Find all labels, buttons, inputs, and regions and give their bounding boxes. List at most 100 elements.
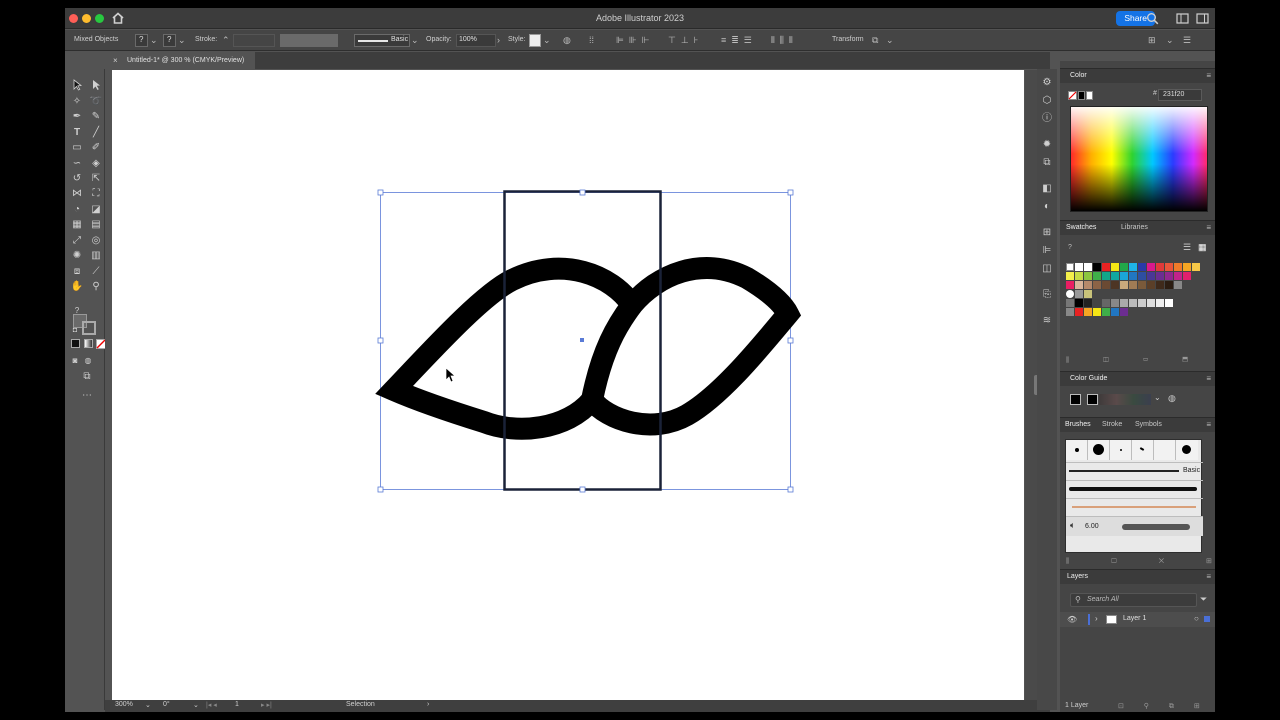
- search-icon[interactable]: [1146, 12, 1159, 25]
- links-icon[interactable]: ⎘: [1040, 288, 1054, 302]
- swatch[interactable]: [1192, 263, 1200, 271]
- swatch[interactable]: [1183, 263, 1191, 271]
- swatch[interactable]: [1120, 272, 1128, 280]
- brush-size-row[interactable]: 🔈︎ 6.00: [1066, 516, 1203, 536]
- swatches-footer-icons[interactable]: ⫼ ◫ ▭ ⬒ ▣: [1066, 357, 1215, 366]
- color-guide-swatch[interactable]: [1087, 394, 1098, 405]
- swatch[interactable]: [1183, 272, 1191, 280]
- artboard[interactable]: [112, 70, 1024, 700]
- panel-menu-icon[interactable]: ≡: [1206, 223, 1211, 232]
- distribute-horizontal-icons[interactable]: ⫴⫼⦀: [771, 34, 798, 47]
- layers-footer-icons[interactable]: ⊡ ⚲ ⧉ ⊞ ▢ ⊕ ▣: [1118, 702, 1215, 711]
- align-horizontal-icons[interactable]: ⊫⊪⊩: [616, 34, 655, 47]
- black-swatch[interactable]: [1078, 91, 1085, 100]
- color-guide-tab[interactable]: Color Guide: [1070, 375, 1107, 382]
- swatch[interactable]: [1102, 299, 1110, 307]
- swatch[interactable]: [1129, 263, 1137, 271]
- asset-export-icon[interactable]: ≋: [1040, 314, 1054, 328]
- libraries-tab[interactable]: Libraries: [1121, 224, 1148, 231]
- swatch[interactable]: [1165, 299, 1173, 307]
- appearance-icon[interactable]: ✹: [1040, 138, 1054, 152]
- type-tool-icon[interactable]: T: [70, 126, 84, 140]
- swatch[interactable]: [1138, 263, 1146, 271]
- drawing-mode-icon[interactable]: ◙: [68, 354, 82, 368]
- swatch[interactable]: [1165, 263, 1173, 271]
- list-view-icon[interactable]: ☰: [1183, 242, 1191, 253]
- edit-colors-icon[interactable]: ◍: [1168, 393, 1176, 404]
- swatch[interactable]: [1111, 263, 1119, 271]
- curvature-tool-icon[interactable]: ✎: [89, 110, 103, 124]
- zoom-tool-icon[interactable]: ⚲: [89, 280, 103, 294]
- swatch[interactable]: [1084, 290, 1092, 298]
- brush-basic-row[interactable]: Basic: [1066, 462, 1203, 479]
- panel-menu-icon[interactable]: ≡: [1206, 71, 1211, 80]
- control-bar-menu-icon[interactable]: ☰: [1183, 34, 1191, 47]
- swatch[interactable]: [1156, 299, 1164, 307]
- artboard-tool-icon[interactable]: ⧈: [70, 265, 84, 279]
- swatch[interactable]: [1084, 308, 1092, 316]
- selection-indicator[interactable]: [1204, 616, 1210, 622]
- swatch[interactable]: [1084, 263, 1092, 271]
- swatch[interactable]: [1075, 272, 1083, 280]
- swatch[interactable]: [1111, 281, 1119, 289]
- swatch[interactable]: [1147, 272, 1155, 280]
- layers-tab[interactable]: Layers: [1067, 573, 1088, 580]
- color-guide-base[interactable]: [1070, 394, 1081, 405]
- artwork[interactable]: [112, 70, 1024, 700]
- swatch[interactable]: [1066, 308, 1074, 316]
- swatch[interactable]: [1093, 263, 1101, 271]
- swatch[interactable]: [1165, 281, 1173, 289]
- variable-width-profile[interactable]: [280, 34, 338, 47]
- eraser-tool-icon[interactable]: ◈: [89, 157, 103, 171]
- shape-builder-tool-icon[interactable]: ◔: [70, 203, 84, 217]
- brush-dot-small[interactable]: [1066, 440, 1088, 460]
- swatch[interactable]: [1120, 299, 1128, 307]
- perspective-grid-tool-icon[interactable]: ▦: [70, 218, 84, 232]
- brush-charcoal-row[interactable]: [1066, 480, 1203, 497]
- swatch[interactable]: [1084, 281, 1092, 289]
- swatch[interactable]: [1111, 308, 1119, 316]
- infinity-path[interactable]: [375, 257, 802, 440]
- transform-panel-icon[interactable]: ⊞: [1040, 226, 1054, 240]
- swatch[interactable]: [1147, 299, 1155, 307]
- shaper-tool-icon[interactable]: ∽: [70, 157, 84, 171]
- rectangle-tool-icon[interactable]: ▭: [70, 141, 84, 155]
- pathfinder-icon[interactable]: ◫: [1040, 262, 1054, 276]
- next-artboard-icon[interactable]: ▸ ▸|: [261, 701, 272, 709]
- scale-tool-icon[interactable]: ⇱: [89, 172, 103, 186]
- align-vertical-icons[interactable]: ⊤⊥⊦: [668, 34, 703, 47]
- swatch[interactable]: [1174, 281, 1182, 289]
- swatches-tab[interactable]: Swatches: [1066, 224, 1096, 231]
- opacity-field[interactable]: 100%: [456, 34, 496, 47]
- change-screen-mode-icon[interactable]: ⧉: [80, 370, 94, 384]
- swatch[interactable]: [1075, 308, 1083, 316]
- slice-tool-icon[interactable]: ⟋: [89, 265, 103, 279]
- swatch[interactable]: [1111, 272, 1119, 280]
- chevron-down-icon[interactable]: ⌄: [1154, 393, 1161, 402]
- info-icon[interactable]: ⓘ: [1040, 112, 1054, 126]
- crossing-path[interactable]: [581, 298, 641, 403]
- rotate-tool-icon[interactable]: ↺: [70, 172, 84, 186]
- brush-calligraphic[interactable]: [1132, 440, 1154, 460]
- chevron-down-icon[interactable]: ⌄: [178, 34, 186, 47]
- swatch[interactable]: [1093, 272, 1101, 280]
- swatch[interactable]: [1147, 263, 1155, 271]
- chevron-down-icon[interactable]: ⌄: [543, 34, 551, 47]
- chevron-down-icon[interactable]: ⌄: [1166, 34, 1174, 47]
- swatch[interactable]: [1129, 272, 1137, 280]
- lasso-tool-icon[interactable]: ➰: [89, 95, 103, 109]
- swatch[interactable]: [1084, 299, 1092, 307]
- none-swatch-icon[interactable]: [1068, 91, 1077, 100]
- chevron-right-icon[interactable]: ›: [497, 34, 500, 47]
- swatch[interactable]: [1138, 272, 1146, 280]
- brush-library[interactable]: Basic 🔈︎ 6.00: [1065, 439, 1203, 553]
- swatch[interactable]: [1075, 299, 1083, 307]
- first-artboard-icon[interactable]: |◂ ◂: [206, 701, 217, 709]
- chevron-down-icon[interactable]: ⌄: [193, 701, 199, 709]
- rotation-value[interactable]: 0°: [163, 701, 170, 708]
- brush-definition-dropdown[interactable]: Basic: [354, 34, 410, 47]
- stroke-tab[interactable]: Stroke: [1102, 421, 1122, 428]
- isolate-icon[interactable]: ⧉: [872, 34, 878, 47]
- chevron-down-icon[interactable]: ⌄: [886, 34, 894, 47]
- color-mode-icon[interactable]: [68, 339, 82, 353]
